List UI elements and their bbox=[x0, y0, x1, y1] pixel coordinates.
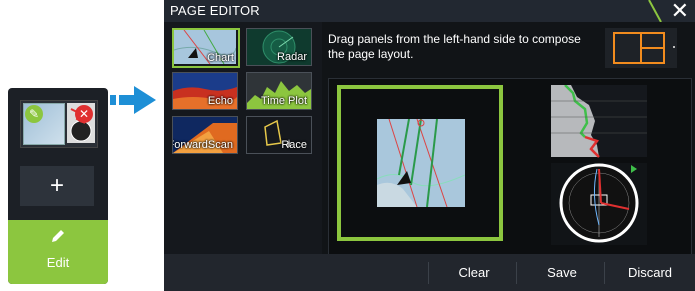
add-page-button[interactable]: + bbox=[20, 166, 94, 206]
panel-label: Echo bbox=[207, 95, 233, 107]
layout-icon bbox=[613, 32, 665, 64]
page-title: PAGE EDITOR bbox=[170, 3, 260, 18]
plus-icon: + bbox=[49, 172, 64, 199]
bottom-bar: Clear Save Discard bbox=[164, 254, 695, 291]
preview-panel-chart[interactable] bbox=[337, 85, 503, 241]
save-button[interactable]: Save bbox=[520, 254, 604, 291]
separator bbox=[428, 262, 429, 284]
title-bar: PAGE EDITOR ✕ bbox=[164, 0, 695, 24]
separator bbox=[604, 262, 605, 284]
close-icon[interactable]: ✕ bbox=[75, 105, 93, 123]
close-icon[interactable]: ✕ bbox=[671, 0, 689, 24]
panel-label: ForwardScan bbox=[172, 139, 233, 151]
panel-forwardscan[interactable]: ForwardScan bbox=[172, 116, 238, 154]
arrow-right-icon bbox=[110, 86, 156, 114]
mini-page-panel: ✎ ✕ + Edit bbox=[8, 88, 108, 284]
panel-label: Radar bbox=[277, 51, 307, 63]
panel-label: Chart bbox=[207, 52, 234, 64]
separator bbox=[516, 262, 517, 284]
pencil-icon bbox=[8, 220, 108, 249]
instructions-text: Drag panels from the left-hand side to c… bbox=[328, 32, 581, 61]
edit-button[interactable]: Edit bbox=[8, 220, 108, 284]
layout-selector-button[interactable] bbox=[605, 28, 677, 68]
panel-echo[interactable]: Echo bbox=[172, 72, 238, 110]
discard-button[interactable]: Discard bbox=[608, 254, 692, 291]
panel-chart[interactable]: Chart bbox=[172, 28, 240, 68]
panel-palette: Chart Radar Echo Time Plot ForwardScan R… bbox=[164, 22, 322, 254]
page-editor-window: PAGE EDITOR ✕ Chart Radar Echo Time Plot… bbox=[164, 0, 695, 291]
panel-radar[interactable]: Radar bbox=[246, 28, 312, 66]
panel-label: Time Plot bbox=[260, 95, 307, 107]
panel-label: Race bbox=[281, 139, 307, 151]
page-thumbnail[interactable]: ✎ ✕ bbox=[20, 100, 98, 148]
panel-race[interactable]: Race bbox=[246, 116, 312, 154]
page-preview bbox=[328, 78, 692, 256]
layout-area: Drag panels from the left-hand side to c… bbox=[322, 22, 695, 256]
wrench-icon[interactable]: ✎ bbox=[25, 105, 43, 123]
edit-label: Edit bbox=[46, 255, 70, 270]
panel-time-plot[interactable]: Time Plot bbox=[246, 72, 312, 110]
preview-panel-side[interactable] bbox=[551, 85, 647, 245]
clear-button[interactable]: Clear bbox=[432, 254, 516, 291]
title-accent bbox=[648, 0, 662, 22]
chart-preview-image bbox=[377, 119, 465, 207]
